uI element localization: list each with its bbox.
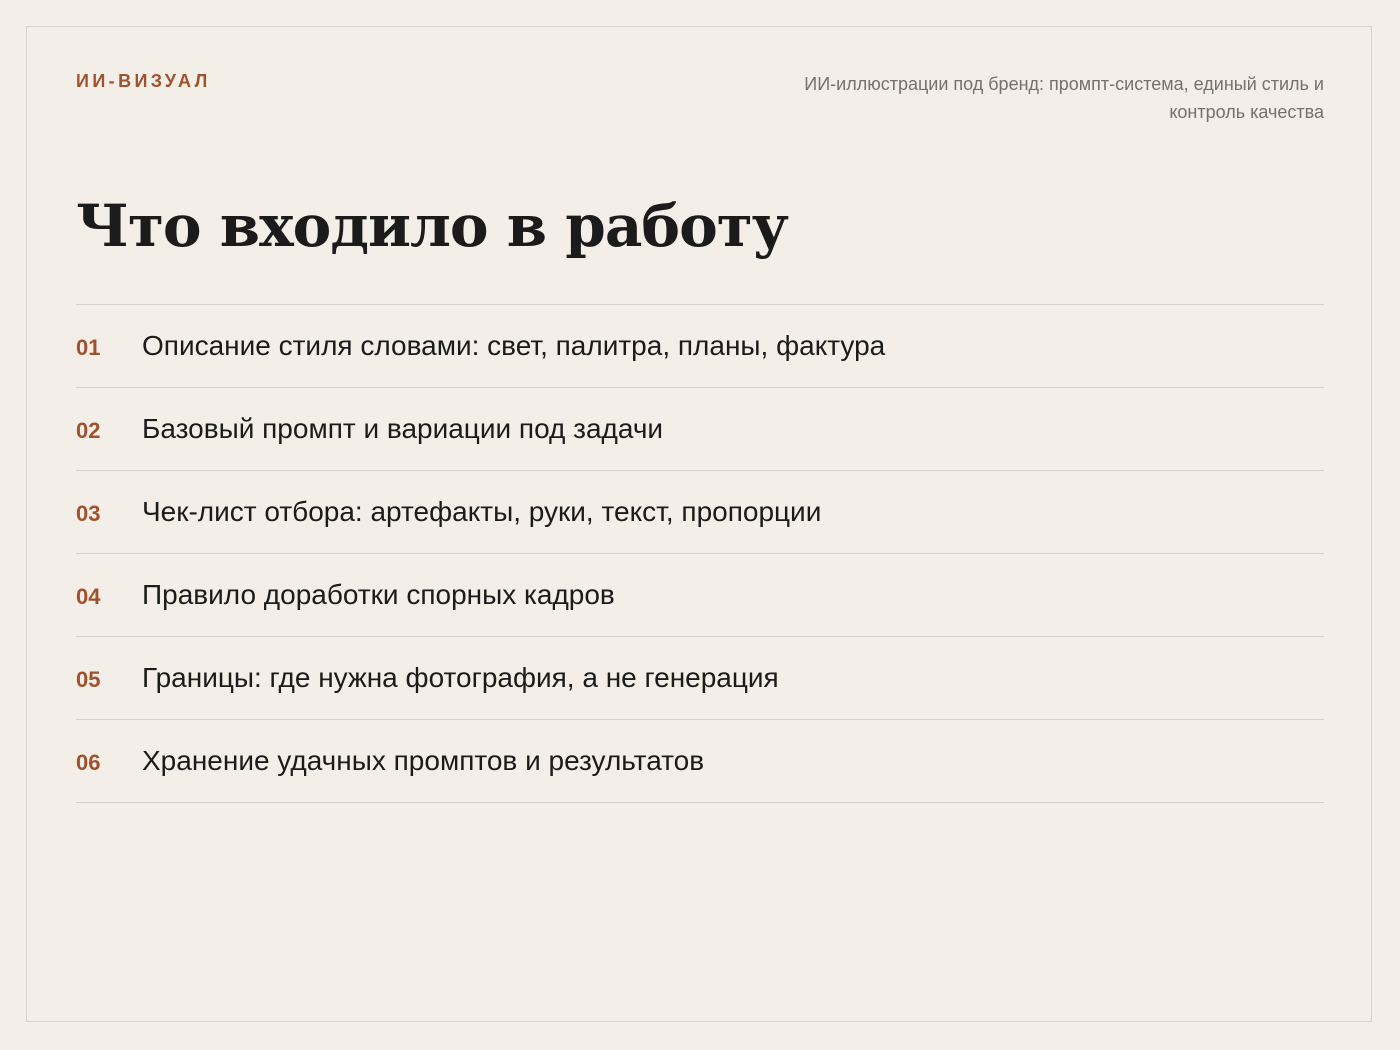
item-text: Базовый промпт и вариации под задачи [142, 413, 664, 444]
item-text: Хранение удачных промптов и результатов [142, 745, 705, 776]
item-number: 01 [76, 335, 101, 360]
item-number: 02 [76, 418, 101, 443]
item-text: Границы: где нужна фотография, а не гене… [142, 662, 779, 693]
list-item: 02 Базовый промпт и вариации под задачи [76, 388, 1324, 471]
work-list: 01 Описание стиля словами: свет, палитра… [76, 304, 1324, 803]
list-item: 01 Описание стиля словами: свет, палитра… [76, 305, 1324, 388]
item-number: 06 [76, 750, 101, 775]
item-number: 03 [76, 501, 101, 526]
brand-label: ИИ-ВИЗУАЛ [76, 71, 211, 91]
item-text: Описание стиля словами: свет, палитра, п… [142, 330, 886, 361]
list-item: 05 Границы: где нужна фотография, а не г… [76, 637, 1324, 720]
item-number: 05 [76, 667, 101, 692]
header-subtitle: ИИ-иллюстрации под бренд: промпт-система… [804, 74, 1324, 122]
list-item: 03 Чек-лист отбора: артефакты, руки, тек… [76, 471, 1324, 554]
item-text: Чек-лист отбора: артефакты, руки, текст,… [142, 496, 822, 527]
list-item: 04 Правило доработки спорных кадров [76, 554, 1324, 637]
item-number: 04 [76, 584, 101, 609]
page-title: Что входило в работу [76, 192, 789, 260]
item-text: Правило доработки спорных кадров [142, 579, 615, 610]
list-item: 06 Хранение удачных промптов и результат… [76, 720, 1324, 803]
